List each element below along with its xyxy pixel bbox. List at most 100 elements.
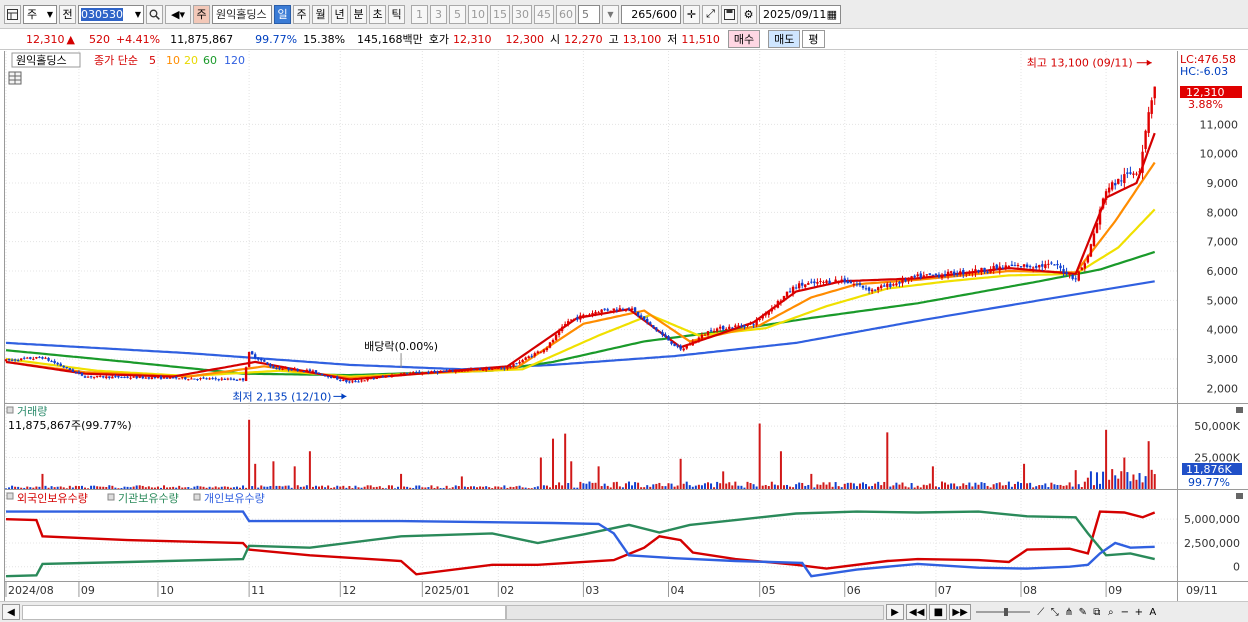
copy-icon[interactable]: ⧉ (1091, 605, 1103, 619)
fast-forward-icon[interactable]: ▶▶ (949, 604, 971, 620)
volume-bar (807, 484, 810, 489)
volume-bar (482, 486, 485, 489)
candle-body (257, 357, 260, 360)
volume-bar (11, 485, 14, 489)
eval-button[interactable]: 평 (802, 30, 825, 48)
market-combo[interactable]: 주 ▼ (23, 4, 57, 24)
interval-button[interactable]: 10 (468, 4, 488, 24)
candle-body (940, 275, 944, 278)
candle-body (199, 378, 202, 380)
crosshair-icon[interactable]: ✛ (683, 4, 700, 24)
search-icon[interactable] (146, 4, 163, 24)
interval-input[interactable]: 5 (578, 4, 600, 24)
sell-button[interactable]: 매도 (768, 30, 801, 48)
zoom-out-icon[interactable]: − (1119, 605, 1131, 619)
text-tool-icon[interactable]: ✎ (1077, 605, 1089, 619)
draw-line-icon[interactable]: ⤢ (702, 4, 719, 24)
candle-body (132, 376, 135, 378)
zoom-in-icon[interactable]: + (1133, 605, 1145, 619)
interval-button[interactable]: 3 (430, 4, 447, 24)
line-tool-icon[interactable]: ⟋ (1035, 605, 1047, 619)
candle-body (253, 354, 257, 359)
scroll-track[interactable] (22, 604, 506, 620)
volume-bar (786, 484, 789, 489)
volume-bar (400, 473, 403, 489)
scroll-thumb[interactable] (506, 604, 884, 620)
candle-body (35, 357, 38, 359)
chart-layout-icon[interactable] (4, 4, 21, 24)
volume-bar (883, 481, 886, 489)
stop-icon[interactable]: ■ (929, 604, 948, 620)
volume-bar (5, 488, 7, 489)
period-month-tab[interactable]: 월 (312, 4, 329, 24)
candle-body (734, 325, 737, 328)
candle-body (1089, 244, 1093, 257)
volume-bar (643, 487, 646, 489)
panel-close-icon[interactable] (1236, 407, 1243, 413)
rewind-icon[interactable]: ◀◀ (906, 604, 928, 620)
hc-label: HC:-6.03 (1180, 65, 1228, 78)
speaker-icon[interactable]: ◀▾ (165, 4, 191, 24)
volume-bar (1032, 487, 1035, 489)
stock-code-input[interactable]: 030530 ▼ (78, 4, 144, 24)
save-icon[interactable] (721, 4, 738, 24)
period-tick-tab[interactable]: 틱 (388, 4, 405, 24)
volume-bar (190, 488, 193, 489)
volume-bar (378, 486, 381, 489)
interval-button[interactable]: 60 (556, 4, 576, 24)
period-year-tab[interactable]: 년 (331, 4, 348, 24)
date-tick-label: 12 (342, 584, 356, 597)
interval-button[interactable]: 30 (512, 4, 532, 24)
interval-button[interactable]: 45 (534, 4, 554, 24)
candle-body (275, 368, 278, 370)
volume-bar (235, 486, 238, 489)
volume-bar (947, 484, 950, 489)
candle-body (193, 378, 196, 380)
buy-button[interactable]: 매수 (727, 30, 761, 48)
zoom-slider[interactable] (973, 605, 1033, 619)
candle-body (105, 376, 108, 379)
volume-bar (995, 483, 998, 489)
interval-button[interactable]: 15 (490, 4, 510, 24)
calendar-icon[interactable]: ▦ (827, 8, 837, 21)
interval-button[interactable]: 1 (411, 4, 428, 24)
period-day-tab[interactable]: 일 (274, 4, 291, 24)
chart-area[interactable]: 2,000 3,000 4,000 5,000 6,000 7,000 8,000 9,000… (0, 51, 1248, 601)
volume-bar (1007, 481, 1010, 489)
trend-tool-icon[interactable]: ⤡ (1049, 605, 1061, 619)
volume-bar (96, 486, 99, 489)
volume-bar (1071, 486, 1074, 489)
period-second-tab[interactable]: 초 (369, 4, 386, 24)
zoom-icon[interactable]: ⌕ (1105, 605, 1117, 619)
fib-tool-icon[interactable]: ⋔ (1063, 605, 1075, 619)
horizontal-scrollbar[interactable]: ◀ ▶ ◀◀ ■ ▶▶ ⟋ ⤡ ⋔ ✎ ⧉ ⌕ − + A (0, 601, 1248, 622)
scroll-left-icon[interactable]: ◀ (2, 604, 20, 620)
volume-bar (311, 486, 314, 489)
data-count-field[interactable]: 265/600 (621, 4, 681, 24)
candle-body (955, 274, 959, 276)
gear-icon[interactable]: ⚙ (740, 4, 757, 24)
price-tick-label: 9,000 (1207, 177, 1239, 190)
volume-bar (746, 481, 749, 489)
volume-bar (354, 485, 357, 489)
period-minute-tab[interactable]: 분 (350, 4, 367, 24)
volume-bar (105, 487, 108, 489)
date-input[interactable]: 2025/09/11 ▦ (759, 4, 841, 24)
candle-body (439, 371, 442, 373)
volume-bar (965, 484, 968, 489)
volume-bar (433, 487, 436, 489)
quote-bar: 12,310 ▲ 520 +4.41% 11,875,867 99.77% 15… (0, 29, 1248, 50)
scroll-right-icon[interactable]: ▶ (886, 604, 904, 620)
date-tick-label: 04 (670, 584, 684, 597)
period-week-tab[interactable]: 주 (293, 4, 310, 24)
candle-body (26, 357, 29, 359)
chevron-down-icon[interactable]: ▼ (602, 4, 619, 24)
volume-bar (852, 483, 855, 489)
prev-button[interactable]: 전 (59, 4, 76, 24)
interval-button[interactable]: 5 (449, 4, 466, 24)
volume-bar (245, 487, 248, 489)
panel-close-icon[interactable] (1236, 493, 1243, 499)
font-size-icon[interactable]: A (1147, 605, 1159, 619)
volume-bar (448, 488, 451, 489)
candle-body (99, 375, 102, 377)
